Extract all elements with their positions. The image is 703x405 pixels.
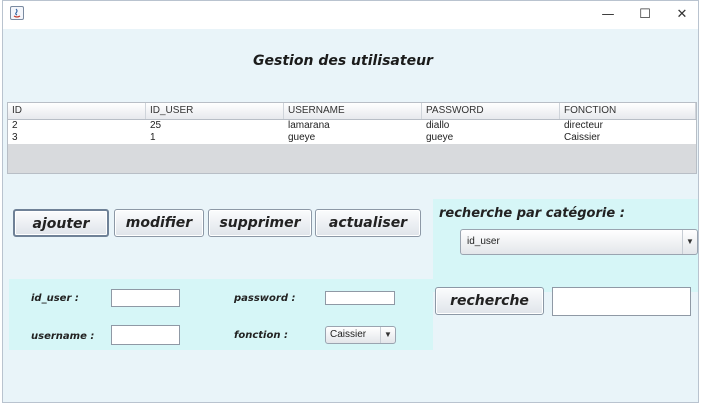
table-cell: 25 [150,120,162,131]
search-panel: recherche par catégorie : id_user ▼ [433,199,698,292]
chevron-down-icon: ▼ [380,327,395,343]
recherche-button[interactable]: recherche [435,287,544,315]
table-cell: 1 [150,132,156,143]
table-header: ID ID_USER USERNAME PASSWORD FONCTION [8,103,696,120]
search-input[interactable] [552,287,691,316]
search-category-select[interactable]: id_user ▼ [460,229,698,255]
table-cell: 3 [12,132,18,143]
fonction-value: Caissier [330,329,367,340]
username-field[interactable] [111,325,180,345]
java-icon [10,6,24,20]
table-cell: gueye [426,132,454,143]
fonction-label: fonction : [234,330,288,341]
maximize-button[interactable]: ☐ [636,6,654,24]
username-label: username : [31,331,95,342]
ajouter-button[interactable]: ajouter [13,209,109,237]
minimize-button[interactable]: — [599,6,617,24]
id-user-label: id_user : [31,293,79,304]
users-table[interactable]: ID ID_USER USERNAME PASSWORD FONCTION 2 … [7,102,697,174]
table-cell: 2 [12,120,18,131]
column-header-username[interactable]: USERNAME [284,103,422,119]
column-header-id-user[interactable]: ID_USER [146,103,284,119]
table-cell: gueye [288,132,316,143]
user-form-panel: id_user : password : username : fonction… [9,279,433,350]
column-header-fonction[interactable]: FONCTION [560,103,696,119]
supprimer-button[interactable]: supprimer [208,209,312,237]
chevron-down-icon: ▼ [682,230,697,254]
table-cell: directeur [564,120,603,131]
modifier-button[interactable]: modifier [114,209,204,237]
app-window: — ☐ ✕ Gestion des utilisateur ID ID_USER… [2,0,699,403]
page-title: Gestion des utilisateur [253,53,433,69]
search-category-value: id_user [467,236,500,247]
table-row[interactable]: 2 25 lamarana diallo directeur [8,120,696,132]
password-field[interactable] [325,291,395,305]
close-button[interactable]: ✕ [673,6,691,24]
table-body: 2 25 lamarana diallo directeur 3 1 gueye… [8,120,696,144]
fonction-select[interactable]: Caissier ▼ [325,326,396,344]
table-row[interactable]: 3 1 gueye gueye Caissier [8,132,696,144]
main-content: Gestion des utilisateur ID ID_USER USERN… [3,29,698,402]
column-header-password[interactable]: PASSWORD [422,103,560,119]
title-bar[interactable]: — ☐ ✕ [3,1,698,29]
table-cell: lamarana [288,120,330,131]
actualiser-button[interactable]: actualiser [315,209,421,237]
table-cell: diallo [426,120,450,131]
table-cell: Caissier [564,132,601,143]
search-category-label: recherche par catégorie : [439,206,625,221]
column-header-id[interactable]: ID [8,103,146,119]
id-user-field[interactable] [111,289,180,307]
password-label: password : [234,293,296,304]
